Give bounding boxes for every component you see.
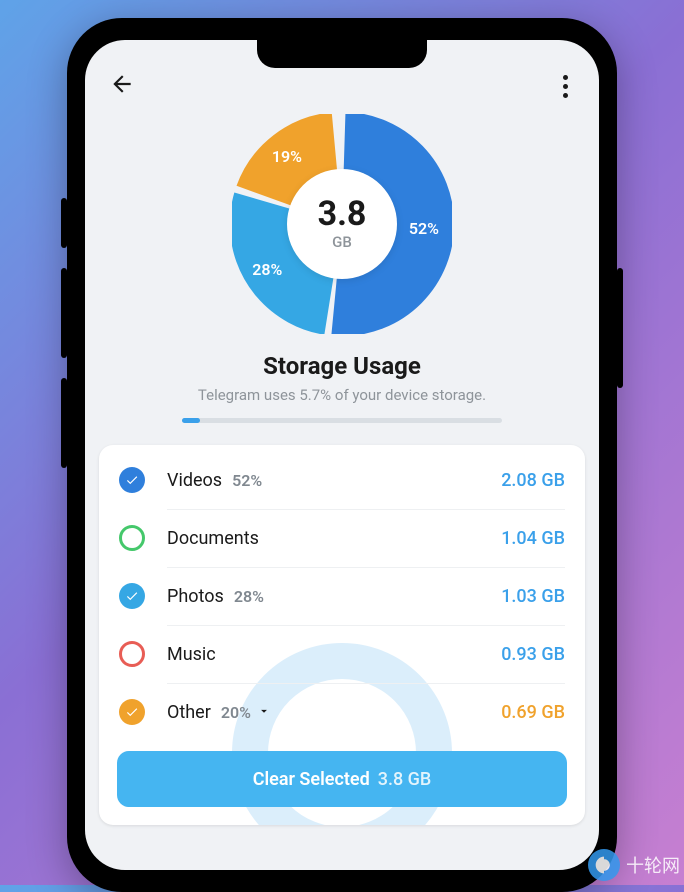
storage-donut-chart: 3.8 GB 52% 28% 19%: [232, 114, 452, 334]
donut-slice-label: 28%: [252, 260, 282, 279]
storage-item-percent: 52%: [232, 471, 262, 490]
page-subtitle: Telegram uses 5.7% of your device storag…: [198, 386, 486, 404]
storage-items-card: Videos52% 2.08 GB Documents 1.04 GB Photos28…: [99, 445, 585, 825]
storage-item-percent: 28%: [234, 587, 264, 606]
phone-screen: 3.8 GB 52% 28% 19% Storage Usage Telegram …: [85, 40, 599, 870]
checkbox-checked[interactable]: [119, 583, 145, 609]
checkbox-checked[interactable]: [119, 467, 145, 493]
site-logo-icon: [588, 849, 620, 881]
storage-item-row[interactable]: Music 0.93 GB: [99, 625, 585, 683]
clear-button-amount: 3.8 GB: [378, 769, 432, 790]
storage-chart-section: 3.8 GB 52% 28% 19% Storage Usage Telegram …: [85, 110, 599, 423]
back-button[interactable]: [109, 71, 135, 101]
phone-side-button: [61, 198, 67, 248]
total-unit: GB: [332, 233, 352, 251]
storage-item-label: Music: [167, 644, 216, 665]
check-icon: [125, 589, 139, 603]
more-vertical-icon: [563, 75, 568, 80]
site-watermark: 十轮网: [588, 849, 680, 881]
phone-notch: [257, 40, 427, 68]
phone-side-button: [61, 378, 67, 468]
storage-item-row[interactable]: Videos52% 2.08 GB: [99, 451, 585, 509]
total-value: 3.8: [318, 197, 367, 231]
checkbox-unchecked[interactable]: [119, 525, 145, 551]
donut-center: 3.8 GB: [287, 169, 397, 279]
storage-progress-fill: [182, 418, 200, 423]
more-options-button[interactable]: [555, 75, 575, 98]
phone-side-button: [61, 268, 67, 358]
donut-slice-label: 19%: [272, 147, 302, 166]
clear-selected-button[interactable]: Clear Selected 3.8 GB: [117, 751, 567, 807]
check-icon: [125, 473, 139, 487]
site-watermark-text: 十轮网: [626, 852, 680, 878]
checkbox-unchecked[interactable]: [119, 641, 145, 667]
clear-button-label: Clear Selected: [253, 769, 370, 790]
page-title: Storage Usage: [263, 352, 421, 380]
storage-item-percent: 20%: [221, 703, 251, 722]
storage-item-size: 2.08 GB: [501, 470, 565, 491]
chevron-down-icon: [257, 702, 271, 723]
check-icon: [125, 705, 139, 719]
arrow-left-icon: [109, 71, 135, 97]
storage-item-size: 0.93 GB: [501, 644, 565, 665]
storage-item-row[interactable]: Documents 1.04 GB: [99, 509, 585, 567]
storage-item-row[interactable]: Other20% 0.69 GB: [99, 683, 585, 741]
storage-item-label: Photos28%: [167, 586, 264, 607]
storage-item-row[interactable]: Photos28% 1.03 GB: [99, 567, 585, 625]
storage-item-size: 0.69 GB: [501, 702, 565, 723]
storage-item-label: Other20%: [167, 702, 271, 723]
phone-side-button: [617, 268, 623, 388]
storage-progress-bar: [182, 418, 502, 423]
checkbox-checked[interactable]: [119, 699, 145, 725]
storage-item-size: 1.03 GB: [501, 586, 565, 607]
donut-slice-label: 52%: [409, 219, 439, 238]
storage-item-size: 1.04 GB: [501, 528, 565, 549]
storage-item-label: Videos52%: [167, 470, 262, 491]
storage-item-label: Documents: [167, 528, 259, 549]
phone-frame: 3.8 GB 52% 28% 19% Storage Usage Telegram …: [67, 18, 617, 892]
